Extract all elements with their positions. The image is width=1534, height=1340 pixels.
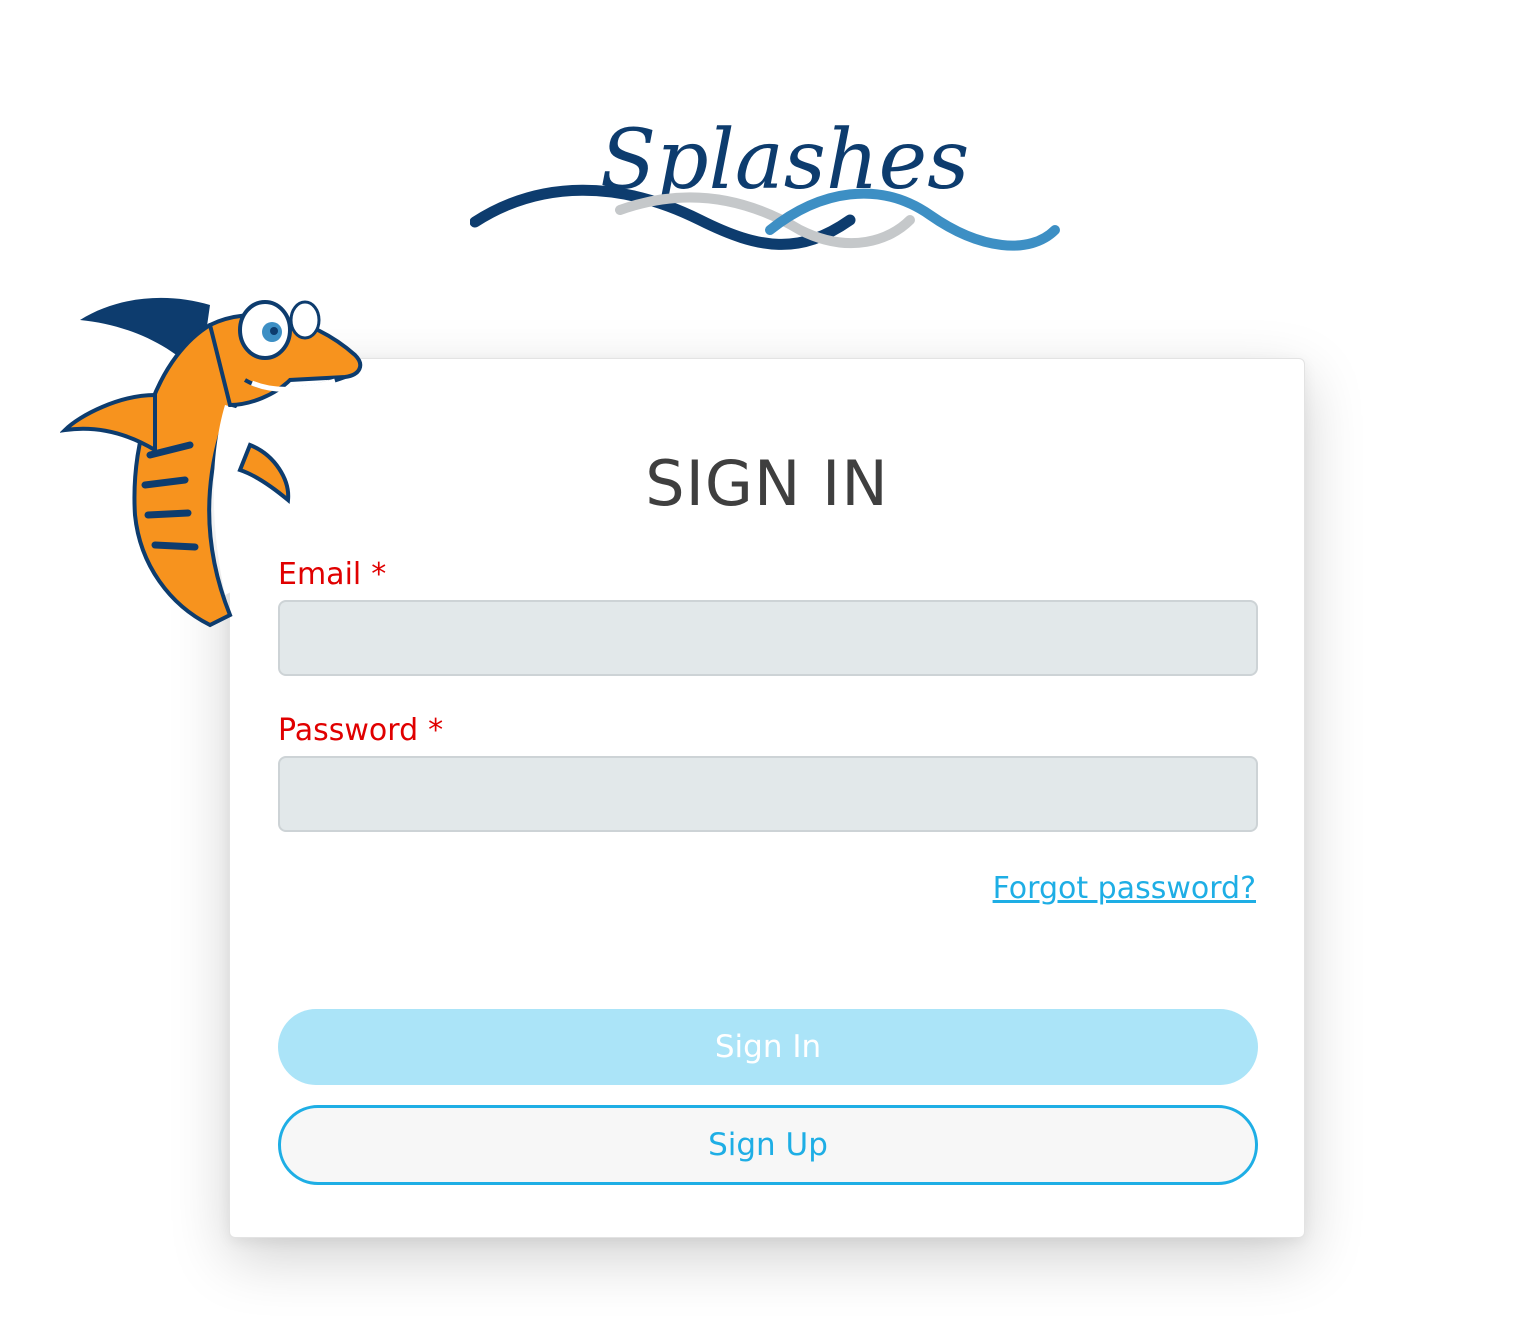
splashes-logo: Splashes — [469, 80, 1070, 270]
email-field[interactable] — [278, 600, 1258, 676]
page-title: SIGN IN — [645, 447, 889, 520]
password-required-mark: * — [428, 713, 444, 748]
email-required-mark: * — [371, 557, 387, 592]
password-label-text: Password — [278, 713, 419, 748]
forgot-password-link[interactable]: Forgot password? — [993, 871, 1256, 906]
logo-wordmark: Splashes — [600, 113, 969, 208]
sign-in-button[interactable]: Sign In — [278, 1009, 1258, 1085]
password-field[interactable] — [278, 756, 1258, 832]
password-label: Password * — [278, 713, 443, 748]
shark-mascot-icon — [59, 285, 370, 630]
sign-in-page: Splashes SIGN IN Email * Password * Forg… — [0, 0, 1534, 1340]
sign-in-card: SIGN IN Email * Password * Forgot password… — [229, 358, 1305, 1238]
sign-up-button[interactable]: Sign Up — [278, 1105, 1258, 1185]
